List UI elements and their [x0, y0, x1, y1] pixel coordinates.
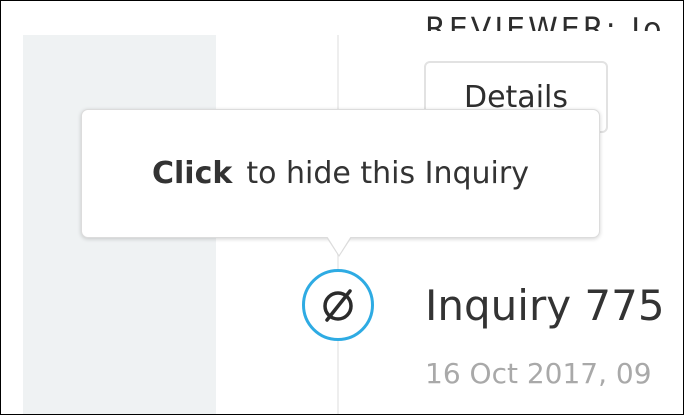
- hide-inquiry-tooltip: Click to hide this Inquiry: [81, 109, 600, 238]
- tooltip-arrow: [327, 236, 351, 255]
- screenshot-frame: REVIEWER: Jo Details Click to hide this …: [0, 0, 684, 415]
- hide-inquiry-button[interactable]: [302, 269, 374, 341]
- tooltip-action-text: Click: [152, 156, 233, 191]
- inquiry-date: 16 Oct 2017, 09: [425, 357, 652, 390]
- tooltip-description: to hide this Inquiry: [246, 156, 529, 191]
- reviewer-label: REVIEWER: Jo: [425, 15, 665, 31]
- eye-slash-icon: [323, 289, 353, 322]
- inquiry-title[interactable]: Inquiry 775: [425, 281, 683, 331]
